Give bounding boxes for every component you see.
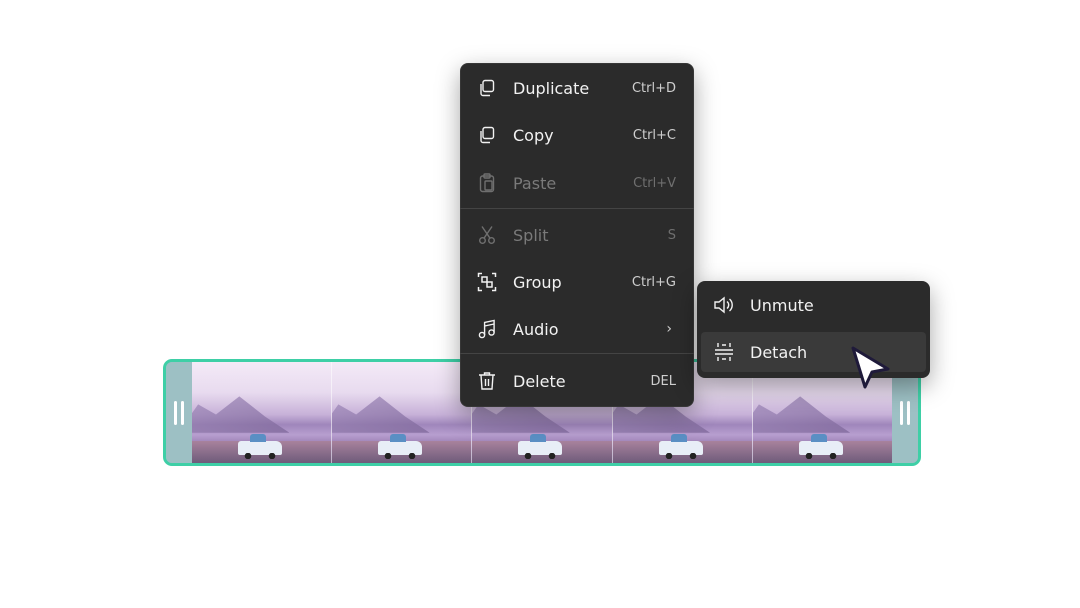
chevron-right-icon: › xyxy=(666,321,672,337)
menu-separator xyxy=(460,208,694,209)
menu-item-label: Copy xyxy=(513,125,554,145)
group-icon xyxy=(476,271,498,293)
menu-item-shortcut: Ctrl+D xyxy=(631,80,676,96)
menu-item-label: Audio xyxy=(513,319,559,339)
clip-frame xyxy=(192,362,332,463)
context-menu: Duplicate Ctrl+D Copy Ctrl+C Paste Ctrl+… xyxy=(460,63,694,407)
menu-item-split[interactable]: Split S xyxy=(464,215,690,255)
menu-item-shortcut: DEL xyxy=(650,373,676,389)
submenu-item-label: Unmute xyxy=(750,295,814,315)
menu-item-label: Paste xyxy=(513,173,557,193)
menu-item-group[interactable]: Group Ctrl+G xyxy=(464,262,690,302)
submenu-item-detach[interactable]: Detach xyxy=(701,332,926,372)
menu-item-shortcut: Ctrl+G xyxy=(631,274,676,290)
music-note-icon xyxy=(476,318,498,340)
menu-item-shortcut: Ctrl+V xyxy=(633,175,676,191)
duplicate-icon xyxy=(476,77,498,99)
paste-icon xyxy=(476,172,498,194)
menu-separator xyxy=(460,353,694,354)
clip-frame xyxy=(331,362,472,463)
audio-submenu: Unmute Detach xyxy=(697,281,930,378)
menu-item-duplicate[interactable]: Duplicate Ctrl+D xyxy=(464,68,690,108)
trash-icon xyxy=(476,370,498,392)
menu-item-shortcut: Ctrl+C xyxy=(632,127,676,143)
menu-item-copy[interactable]: Copy Ctrl+C xyxy=(464,115,690,155)
menu-item-label: Delete xyxy=(513,371,566,391)
clip-trim-handle-left[interactable] xyxy=(166,362,192,463)
submenu-item-label: Detach xyxy=(750,342,808,362)
detach-icon xyxy=(713,341,735,363)
grip-icon xyxy=(900,400,910,425)
scissors-icon xyxy=(476,224,498,246)
mouse-pointer-icon xyxy=(851,346,890,389)
menu-item-shortcut: S xyxy=(667,227,676,243)
menu-item-label: Duplicate xyxy=(513,78,590,98)
copy-icon xyxy=(476,124,498,146)
menu-item-audio[interactable]: Audio › xyxy=(464,309,690,349)
menu-item-label: Group xyxy=(513,272,562,292)
menu-item-delete[interactable]: Delete DEL xyxy=(464,361,690,401)
speaker-icon xyxy=(713,294,735,316)
grip-icon xyxy=(174,400,184,425)
menu-item-paste[interactable]: Paste Ctrl+V xyxy=(464,163,690,203)
submenu-item-unmute[interactable]: Unmute xyxy=(701,285,926,325)
menu-item-label: Split xyxy=(513,225,549,245)
